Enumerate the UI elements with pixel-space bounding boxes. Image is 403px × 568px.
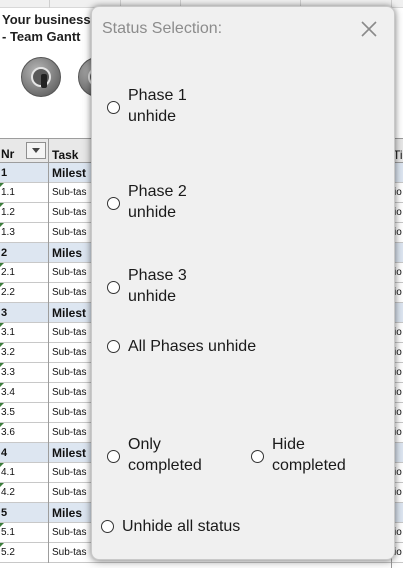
row-number: 5.1 <box>0 523 49 543</box>
row-task: Milest <box>52 446 87 460</box>
row-number: 2 <box>0 243 49 263</box>
row-ti: io <box>394 187 402 198</box>
radio-circle-icon <box>101 520 114 533</box>
phase-1-unhide-radio[interactable]: Phase 1 unhide <box>107 85 257 129</box>
row-number: 3.2 <box>0 343 49 363</box>
row-ti: io <box>394 327 402 338</box>
radio-circle-icon <box>251 450 264 463</box>
row-number: 3.1 <box>0 323 49 343</box>
phase-3-unhide-radio[interactable]: Phase 3 unhide <box>107 265 257 309</box>
row-number: 3.3 <box>0 363 49 383</box>
row-number: 1.2 <box>0 203 49 223</box>
hide-completed-label: Hide completed <box>272 436 346 474</box>
row-ti: io <box>394 267 402 278</box>
row-task: Sub-tas <box>52 487 87 498</box>
row-task: Sub-tas <box>52 207 87 218</box>
row-task: Sub-tas <box>52 367 87 378</box>
row-number: 4.1 <box>0 463 49 483</box>
row-ti: io <box>394 347 402 358</box>
row-number: 4.2 <box>0 483 49 503</box>
radio-circle-icon <box>107 450 120 463</box>
row-task: Sub-tas <box>52 187 87 198</box>
close-button[interactable] <box>357 17 381 41</box>
row-ti: io <box>394 467 402 478</box>
row-number: 4 <box>0 443 49 463</box>
row-task: Milest <box>52 306 87 320</box>
row-ti: io <box>394 427 402 438</box>
radio-circle-icon <box>107 197 120 210</box>
phase-1-unhide-label: Phase 1 unhide <box>128 87 187 125</box>
row-number: 1.3 <box>0 223 49 243</box>
header-nr: Nr <box>0 139 49 162</box>
row-number: 3 <box>0 303 49 323</box>
row-task: Sub-tas <box>52 527 87 538</box>
status-selection-dialog: Status Selection: Phase 1 unhide Phase 2… <box>91 6 395 560</box>
row-task: Sub-tas <box>52 327 87 338</box>
row-task: Miles <box>52 246 83 260</box>
traffic-light-icon[interactable] <box>21 57 61 97</box>
row-task: Sub-tas <box>52 427 87 438</box>
row-number: 3.6 <box>0 423 49 443</box>
row-ti: io <box>394 387 402 398</box>
unhide-all-status-radio[interactable]: Unhide all status <box>101 516 291 538</box>
dialog-title: Status Selection: <box>102 20 223 37</box>
filter-dropdown-icon[interactable] <box>26 142 46 159</box>
row-task: Sub-tas <box>52 347 87 358</box>
row-number: 2.2 <box>0 283 49 303</box>
row-ti: io <box>394 547 402 558</box>
row-ti: io <box>394 367 402 378</box>
banner-subtitle: - Team Gantt <box>2 29 81 44</box>
row-task: Sub-tas <box>52 227 87 238</box>
phase-3-unhide-label: Phase 3 unhide <box>128 267 187 305</box>
row-number: 5.2 <box>0 543 49 563</box>
row-number: 3.4 <box>0 383 49 403</box>
unhide-all-status-label: Unhide all status <box>122 518 241 535</box>
row-ti: io <box>394 407 402 418</box>
banner-title: Your business <box>2 12 91 27</box>
row-task: Sub-tas <box>52 467 87 478</box>
radio-circle-icon <box>107 340 120 353</box>
row-task: Milest <box>52 166 87 180</box>
row-ti: io <box>394 207 402 218</box>
hide-completed-radio[interactable]: Hide completed <box>251 434 381 478</box>
only-completed-label: Only completed <box>128 436 202 474</box>
row-task: Sub-tas <box>52 547 87 558</box>
all-phases-unhide-label: All Phases unhide <box>128 338 257 355</box>
row-number: 1.1 <box>0 183 49 203</box>
row-ti: io <box>394 227 402 238</box>
phase-2-unhide-label: Phase 2 unhide <box>128 183 187 221</box>
row-ti: io <box>394 527 402 538</box>
radio-circle-icon <box>107 281 120 294</box>
radio-circle-icon <box>107 101 120 114</box>
row-number: 1 <box>0 163 49 183</box>
phase-2-unhide-radio[interactable]: Phase 2 unhide <box>107 181 257 225</box>
header-task: Task <box>52 148 79 162</box>
row-number: 5 <box>0 503 49 523</box>
all-phases-unhide-radio[interactable]: All Phases unhide <box>107 336 297 358</box>
row-task: Sub-tas <box>52 387 87 398</box>
row-task: Sub-tas <box>52 407 87 418</box>
row-task: Sub-tas <box>52 267 87 278</box>
only-completed-radio[interactable]: Only completed <box>107 434 237 478</box>
row-number: 3.5 <box>0 403 49 423</box>
row-task: Sub-tas <box>52 287 87 298</box>
row-ti: io <box>394 487 402 498</box>
row-task: Miles <box>52 506 83 520</box>
close-icon <box>357 17 381 41</box>
row-number: 2.1 <box>0 263 49 283</box>
row-ti: io <box>394 287 402 298</box>
header-nr-label: Nr <box>1 147 15 161</box>
